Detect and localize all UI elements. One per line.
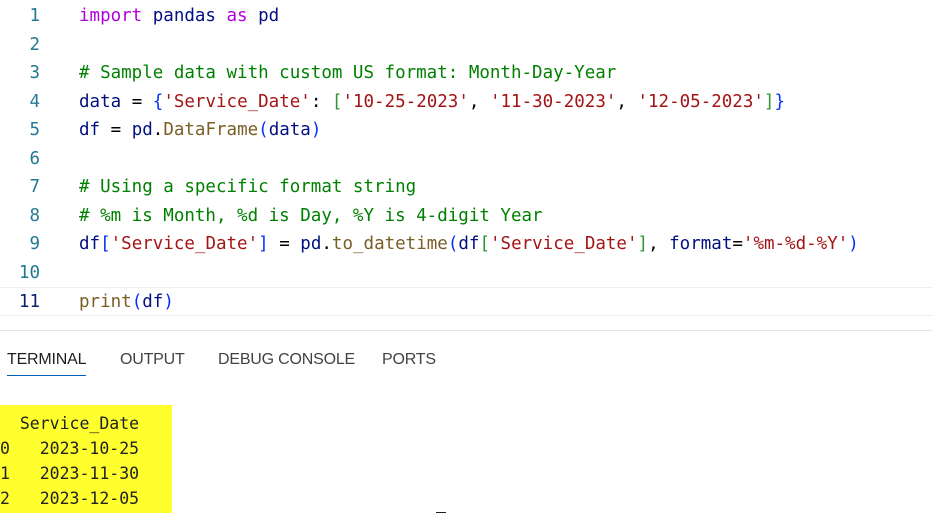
code-line-8[interactable]: 8 # %m is Month, %d is Day, %Y is 4-digi…: [0, 202, 932, 231]
line-number: 4: [29, 92, 40, 112]
code-line-10[interactable]: 10: [0, 259, 932, 288]
line-number: 3: [29, 63, 40, 83]
code-line-7[interactable]: 7 # Using a specific format string: [0, 173, 932, 202]
code-text[interactable]: import pandas as pd: [79, 2, 279, 31]
terminal-output-row: 0 2023-10-25: [0, 439, 140, 458]
code-editor[interactable]: 1 import pandas as pd 2 3 # Sample data …: [0, 0, 932, 330]
code-line-1[interactable]: 1 import pandas as pd: [0, 2, 932, 31]
line-number: 11: [18, 292, 40, 312]
code-text[interactable]: data = {'Service_Date': ['10-25-2023', '…: [79, 88, 785, 117]
code-line-3[interactable]: 3 # Sample data with custom US format: M…: [0, 59, 932, 88]
tab-terminal[interactable]: TERMINAL: [7, 351, 87, 376]
code-comment[interactable]: # Using a specific format string: [79, 173, 416, 202]
line-number: 9: [29, 234, 40, 254]
bottom-panel: TERMINAL OUTPUT DEBUG CONSOLE PORTS Serv…: [0, 330, 932, 513]
code-text[interactable]: df['Service_Date'] = pd.to_datetime(df['…: [79, 230, 859, 259]
tab-output[interactable]: OUTPUT: [120, 351, 185, 369]
code-line-2[interactable]: 2: [0, 31, 932, 60]
code-text[interactable]: df = pd.DataFrame(data): [79, 116, 321, 145]
terminal-output-highlight[interactable]: Service_Date 0 2023-10-25 1 2023-11-30 2…: [0, 405, 172, 513]
code-line-4[interactable]: 4 data = {'Service_Date': ['10-25-2023',…: [0, 88, 932, 117]
code-text[interactable]: print(df): [79, 288, 174, 317]
line-number: 2: [29, 35, 40, 55]
line-number: 10: [18, 263, 40, 283]
line-number: 8: [29, 206, 40, 226]
code-line-6[interactable]: 6: [0, 145, 932, 174]
terminal-output-header: Service_Date: [0, 414, 140, 433]
line-number: 1: [29, 6, 40, 26]
line-number: 6: [29, 149, 40, 169]
code-comment[interactable]: # %m is Month, %d is Day, %Y is 4-digit …: [79, 202, 543, 231]
tab-ports[interactable]: PORTS: [382, 351, 436, 369]
tab-debug-console[interactable]: DEBUG CONSOLE: [218, 351, 355, 369]
code-line-11[interactable]: 11 print(df): [0, 287, 932, 316]
code-line-5[interactable]: 5 df = pd.DataFrame(data): [0, 116, 932, 145]
terminal-output-row: 2 2023-12-05: [0, 489, 140, 508]
code-comment[interactable]: # Sample data with custom US format: Mon…: [79, 59, 616, 88]
line-number: 7: [29, 177, 40, 197]
line-number: 5: [29, 120, 40, 140]
terminal-output-row: 1 2023-11-30: [0, 464, 140, 483]
code-line-9[interactable]: 9 df['Service_Date'] = pd.to_datetime(df…: [0, 230, 932, 259]
panel-tabs: TERMINAL OUTPUT DEBUG CONSOLE PORTS: [0, 331, 932, 381]
